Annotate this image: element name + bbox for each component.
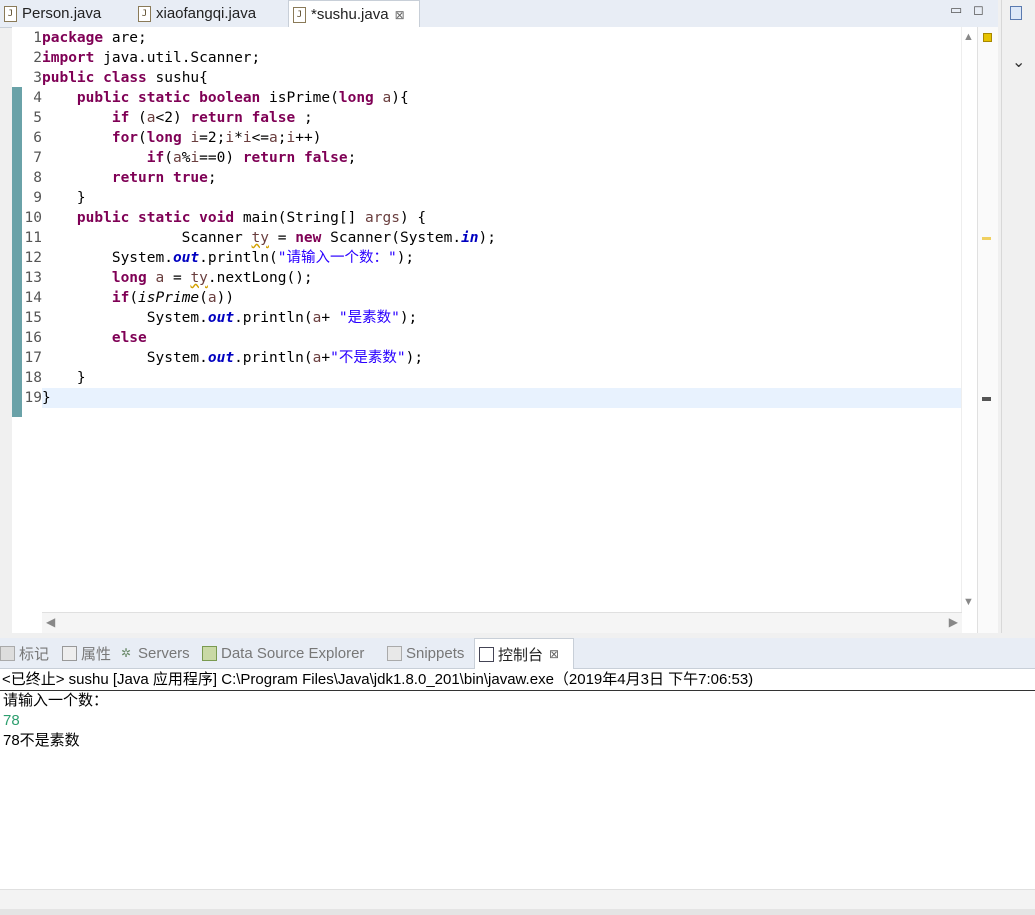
line-number: 9	[33, 190, 42, 206]
line-number: 4	[33, 90, 42, 106]
warning-annotation-icon[interactable]	[982, 237, 991, 240]
minimize-icon[interactable]: ▭	[950, 2, 962, 18]
code-line[interactable]: }	[42, 368, 962, 388]
tab-label: Snippets	[406, 644, 465, 662]
line-number: 5	[33, 110, 42, 126]
console-input-line: 78	[3, 712, 20, 729]
code-line[interactable]: if(isPrime(a))	[42, 288, 962, 308]
snippets-icon	[387, 645, 402, 661]
code-line[interactable]: for(long i=2;i*i<=a;i++)	[42, 128, 962, 148]
scroll-down-icon[interactable]: ▼	[963, 596, 974, 608]
tab-label: 标记	[19, 645, 50, 663]
code-line[interactable]: public static boolean isPrime(long a){	[42, 88, 962, 108]
tab-label: Servers	[138, 644, 190, 662]
java-file-icon: J	[293, 6, 306, 23]
console-icon	[479, 646, 494, 662]
code-line[interactable]: long a = ty.nextLong();	[42, 268, 962, 288]
console-horizontal-scrollbar[interactable]	[0, 889, 1035, 910]
code-line[interactable]: import java.util.Scanner;	[42, 48, 962, 68]
line-number: 7	[33, 150, 42, 166]
tab-console[interactable]: 控制台 ⊠	[474, 638, 574, 669]
code-line[interactable]: System.out.println(a+ "是素数");	[42, 308, 962, 328]
code-line[interactable]: System.out.println("请输入一个数：");	[42, 248, 962, 268]
console-line: 请输入一个数：	[3, 692, 109, 709]
cursor-position-icon	[982, 397, 991, 401]
tab-snippets[interactable]: Snippets	[387, 638, 471, 668]
code-text[interactable]: package are; import java.util.Scanner; p…	[42, 28, 962, 408]
tab-label: xiaofangqi.java	[156, 5, 257, 22]
tab-label: Person.java	[22, 5, 102, 22]
code-line[interactable]: public static void main(String[] args) {	[42, 208, 962, 228]
line-number: 1	[33, 30, 42, 46]
servers-icon: ✲	[121, 645, 132, 660]
status-bar	[0, 909, 1035, 915]
vertical-scrollbar[interactable]: ▲ ▼	[961, 27, 974, 612]
tab-properties[interactable]: 属性	[62, 638, 118, 668]
scroll-right-icon[interactable]: ▶	[949, 615, 958, 629]
code-line-current[interactable]: }	[42, 388, 962, 408]
console-process-label: <已终止> sushu [Java 应用程序] C:\Program Files…	[0, 669, 1035, 691]
tab-label: 属性	[81, 645, 112, 663]
code-line[interactable]: return true;	[42, 168, 962, 188]
line-number: 2	[33, 50, 42, 66]
code-line[interactable]: Scanner ty = new Scanner(System.in);	[42, 228, 962, 248]
code-line[interactable]: package are;	[42, 28, 962, 48]
line-number: 8	[33, 170, 42, 186]
data-source-icon	[202, 645, 217, 661]
close-tab-icon[interactable]: ⊠	[395, 8, 405, 22]
java-file-icon: J	[138, 5, 151, 22]
line-number: 13	[24, 270, 42, 286]
tab-xiaofangqi-java[interactable]: J xiaofangqi.java	[134, 0, 284, 27]
line-number: 12	[24, 250, 42, 266]
tab-label: *sushu.java	[311, 6, 389, 23]
line-number-ruler: 1 2 3 4 5 6 7 8 9 10 11 12 13 14 15 16 1…	[24, 28, 44, 408]
line-number: 10	[24, 210, 42, 226]
code-line[interactable]: System.out.println(a+"不是素数");	[42, 348, 962, 368]
code-line[interactable]: }	[42, 188, 962, 208]
code-line[interactable]: else	[42, 328, 962, 348]
horizontal-scrollbar[interactable]: ◀ ▶	[42, 612, 962, 633]
line-number: 14	[24, 290, 42, 306]
code-editor[interactable]: 1 2 3 4 5 6 7 8 9 10 11 12 13 14 15 16 1…	[12, 27, 998, 633]
tab-markers[interactable]: 标记	[0, 638, 58, 668]
editor-tab-bar: J Person.java J xiaofangqi.java J *sushu…	[0, 0, 998, 28]
outline-view-strip: ⌄	[1001, 0, 1035, 633]
outline-icon[interactable]	[1010, 6, 1022, 20]
line-number: 6	[33, 130, 42, 146]
code-line[interactable]: if (a<2) return false ;	[42, 108, 962, 128]
tab-sushu-java[interactable]: J *sushu.java ⊠	[288, 0, 420, 28]
console-line: 78不是素数	[3, 732, 80, 749]
scroll-up-icon[interactable]: ▲	[963, 31, 974, 43]
code-line[interactable]: public class sushu{	[42, 68, 962, 88]
line-number: 11	[24, 230, 42, 246]
views-tab-bar: 标记 属性 ✲ Servers Data Source Explorer Sni…	[0, 638, 1035, 669]
line-number: 3	[33, 70, 42, 86]
tab-label: 控制台	[498, 646, 544, 664]
close-tab-icon[interactable]: ⊠	[549, 647, 559, 661]
warning-marker-icon[interactable]	[983, 33, 992, 42]
properties-icon	[62, 645, 77, 661]
maximize-icon[interactable]: ◻	[973, 2, 984, 18]
line-number: 19	[24, 390, 42, 406]
change-ruler	[12, 87, 22, 417]
line-number: 16	[24, 330, 42, 346]
console-output[interactable]: 请输入一个数： 78 78不是素数	[0, 691, 1035, 889]
chevron-down-icon[interactable]: ⌄	[1012, 52, 1025, 72]
line-number: 15	[24, 310, 42, 326]
tab-data-source-explorer[interactable]: Data Source Explorer	[202, 638, 378, 668]
java-file-icon: J	[4, 5, 17, 22]
code-line[interactable]: if(a%i==0) return false;	[42, 148, 962, 168]
scroll-left-icon[interactable]: ◀	[46, 615, 55, 629]
tab-servers[interactable]: ✲ Servers	[121, 638, 197, 668]
markers-icon	[0, 645, 15, 661]
tab-label: Data Source Explorer	[221, 644, 365, 662]
line-number: 18	[24, 370, 42, 386]
tab-person-java[interactable]: J Person.java	[0, 0, 126, 27]
line-number: 17	[24, 350, 42, 366]
overview-ruler[interactable]	[977, 27, 998, 633]
